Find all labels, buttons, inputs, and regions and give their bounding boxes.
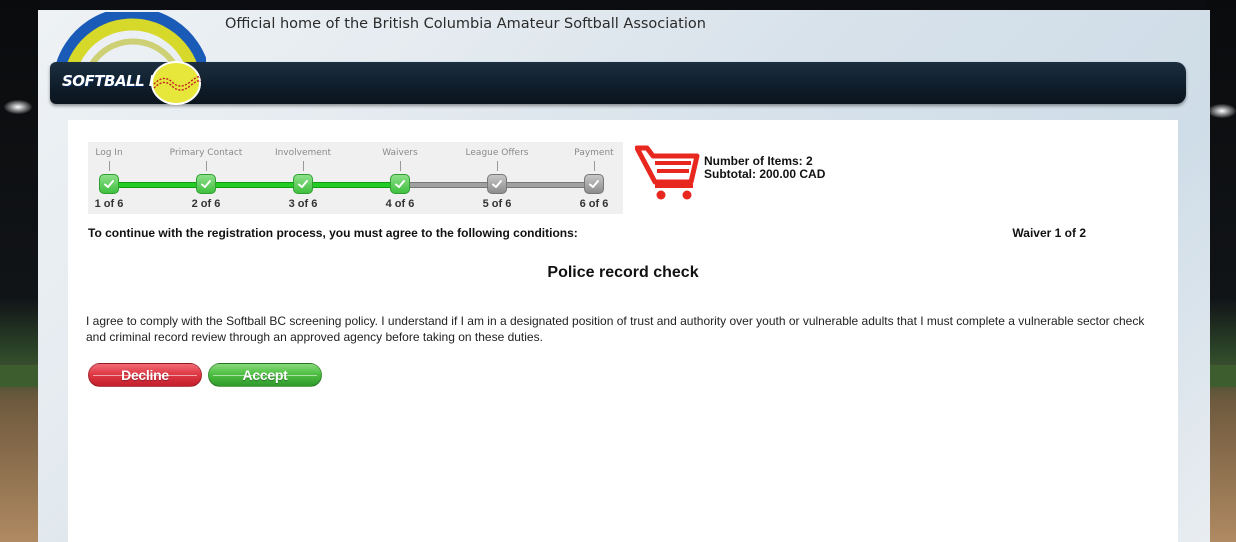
cart-subtotal: Subtotal: 200.00 CAD <box>704 167 826 181</box>
header-bar <box>50 62 1186 104</box>
progress-step-label: Primary Contact <box>169 148 243 158</box>
progress-step-tick <box>206 161 207 171</box>
waiver-instructions: To continue with the registration proces… <box>88 226 578 240</box>
progress-step-count: 4 of 6 <box>385 198 415 210</box>
stadium-background-left <box>0 0 40 542</box>
checkmark-icon[interactable] <box>390 174 410 194</box>
checkmark-icon[interactable] <box>293 174 313 194</box>
progress-step-tick <box>594 161 595 171</box>
progress-step-label: Involvement <box>274 148 332 158</box>
header-tagline: Official home of the British Columbia Am… <box>225 16 706 32</box>
registration-progress: Log In 1 of 6 Primary Contact 2 of 6 Involve… <box>88 142 623 214</box>
progress-step-tick <box>400 161 401 171</box>
accept-button-label: Accept <box>242 367 288 383</box>
checkmark-icon[interactable] <box>584 174 604 194</box>
checkmark-icon[interactable] <box>99 174 119 194</box>
waiver-text: I agree to comply with the Softball BC s… <box>86 314 1145 344</box>
progress-step-tick <box>303 161 304 171</box>
progress-step-tick <box>109 161 110 171</box>
progress-step-label: Log In <box>95 148 123 158</box>
stadium-light <box>4 100 32 114</box>
progress-track-complete <box>109 182 401 188</box>
main-content: Log In 1 of 6 Primary Contact 2 of 6 Involve… <box>68 120 1178 542</box>
progress-step-count: 1 of 6 <box>94 198 124 210</box>
shopping-cart-icon[interactable] <box>635 142 701 202</box>
decline-button[interactable]: Decline <box>88 363 202 387</box>
progress-step-label: Waivers <box>382 148 418 158</box>
cart-summary: Number of Items: 2 Subtotal: 200.00 CAD <box>704 155 825 181</box>
progress-step-label: League Offers <box>465 148 529 158</box>
checkmark-icon[interactable] <box>196 174 216 194</box>
waiver-counter: Waiver 1 of 2 <box>1012 226 1086 240</box>
progress-step-count: 6 of 6 <box>579 198 609 210</box>
waiver-title: Police record check <box>547 264 699 281</box>
checkmark-icon[interactable] <box>487 174 507 194</box>
progress-step-tick <box>497 161 498 171</box>
progress-step-count: 5 of 6 <box>482 198 512 210</box>
progress-step-label: Payment <box>574 148 614 158</box>
decline-button-label: Decline <box>121 367 169 383</box>
stadium-light <box>1208 104 1236 118</box>
accept-button[interactable]: Accept <box>208 363 322 387</box>
progress-step-count: 2 of 6 <box>191 198 221 210</box>
stadium-background-right <box>1206 0 1236 542</box>
progress-step-count: 3 of 6 <box>288 198 318 210</box>
softball-icon <box>151 61 201 105</box>
